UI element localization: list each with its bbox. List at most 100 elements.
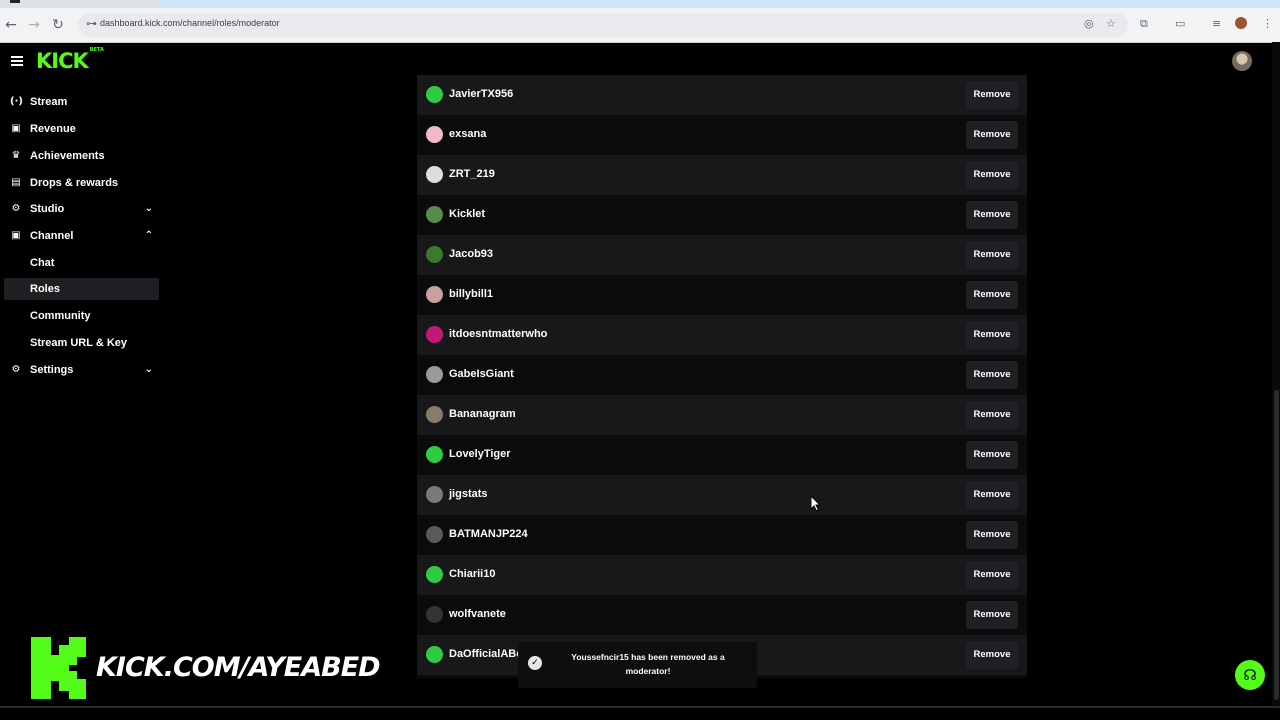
remove-button[interactable]: Remove xyxy=(966,121,1018,149)
chevron-down-icon[interactable]: ⌄ xyxy=(145,198,153,220)
remove-button[interactable]: Remove xyxy=(966,561,1018,589)
moderator-name[interactable]: JavierTX956 xyxy=(449,88,513,100)
moderator-avatar xyxy=(426,126,443,143)
forward-icon[interactable]: → xyxy=(25,16,43,34)
chevron-up-icon[interactable]: ⌃ xyxy=(145,225,153,247)
sidebar-item-label: Revenue xyxy=(30,123,76,135)
moderator-name[interactable]: ZRT_219 xyxy=(449,168,495,180)
remove-button[interactable]: Remove xyxy=(966,201,1018,229)
scrollbar-thumb[interactable] xyxy=(1274,390,1279,700)
active-tab[interactable] xyxy=(160,0,1280,8)
moderator-row: ZRT_219 Remove xyxy=(417,155,1027,195)
sidebar-item-settings[interactable]: ⚙ Settings ⌄ xyxy=(4,359,159,381)
sidebar-item-channel[interactable]: ▣ Channel ⌃ xyxy=(4,225,159,247)
headset-icon: ☊ xyxy=(1243,666,1257,684)
remove-button[interactable]: Remove xyxy=(966,641,1018,669)
kick-logo[interactable]: KICK BETA xyxy=(36,47,104,73)
moderator-avatar xyxy=(426,246,443,263)
sidebar-item-achievements[interactable]: ♛ Achievements xyxy=(4,145,159,167)
browser-tab-strip xyxy=(0,0,1280,8)
gear-icon: ⚙ xyxy=(11,203,21,214)
moderator-name[interactable]: BATMANJP224 xyxy=(449,528,528,540)
remove-button[interactable]: Remove xyxy=(966,481,1018,509)
browser-menu-icon[interactable]: ⋮ xyxy=(1262,17,1273,30)
tab-indicator xyxy=(10,0,20,3)
kick-watermark-logo xyxy=(31,637,86,699)
remove-button[interactable]: Remove xyxy=(966,401,1018,429)
sidebar-item-label: Studio xyxy=(30,203,65,215)
moderator-avatar xyxy=(426,326,443,343)
sidebar-item-roles[interactable]: Roles xyxy=(4,278,159,300)
browser-profile-avatar[interactable] xyxy=(1235,17,1247,29)
moderator-row: Jacob93 Remove xyxy=(417,235,1027,275)
support-chat-button[interactable]: ☊ xyxy=(1235,660,1265,690)
moderator-name[interactable]: itdoesntmatterwho xyxy=(449,328,547,340)
settings-icon: ⚙ xyxy=(11,364,21,375)
cast-icon[interactable]: ▭ xyxy=(1175,17,1185,30)
sidebar-item-studio[interactable]: ⚙ Studio ⌄ xyxy=(4,198,159,220)
remove-button[interactable]: Remove xyxy=(966,521,1018,549)
beta-badge: BETA xyxy=(89,47,104,53)
moderator-name[interactable]: billybill1 xyxy=(449,288,493,300)
moderator-row: exsana Remove xyxy=(417,115,1027,155)
site-info-icon[interactable]: ⊶ xyxy=(86,17,100,31)
moderator-name[interactable]: wolfvanete xyxy=(449,608,506,620)
moderator-name[interactable]: exsana xyxy=(449,128,486,140)
user-avatar[interactable] xyxy=(1232,51,1252,71)
moderator-row: itdoesntmatterwho Remove xyxy=(417,315,1027,355)
moderator-name[interactable]: GabeIsGiant xyxy=(449,368,514,380)
wallet-icon: ▣ xyxy=(11,123,21,134)
moderator-name[interactable]: Kicklet xyxy=(449,208,485,220)
sidebar-item-revenue[interactable]: ▣ Revenue xyxy=(4,118,159,140)
moderator-avatar xyxy=(426,606,443,623)
sidebar-item-stream[interactable]: (·) Stream xyxy=(4,91,159,113)
moderator-avatar xyxy=(426,406,443,423)
moderator-name[interactable]: jigstats xyxy=(449,488,488,500)
reload-icon[interactable]: ↻ xyxy=(49,16,67,34)
sidebar-item-stream-url-key[interactable]: Stream URL & Key xyxy=(4,332,159,354)
remove-button[interactable]: Remove xyxy=(966,241,1018,269)
moderator-avatar xyxy=(426,366,443,383)
gift-icon: ▤ xyxy=(11,177,21,188)
remove-button[interactable]: Remove xyxy=(966,361,1018,389)
back-icon[interactable]: ← xyxy=(2,16,20,34)
browser-toolbar: ← → ↻ ⊶ dashboard.kick.com/channel/roles… xyxy=(0,8,1280,43)
extensions-icon[interactable]: ⧉ xyxy=(1140,17,1148,31)
moderator-avatar xyxy=(426,646,443,663)
eye-off-icon[interactable]: ◎ xyxy=(1084,17,1094,30)
moderator-row: Chiarii10 Remove xyxy=(417,555,1027,595)
moderator-avatar xyxy=(426,566,443,583)
remove-button[interactable]: Remove xyxy=(966,321,1018,349)
moderator-row: Kicklet Remove xyxy=(417,195,1027,235)
sidebar-item-drops-rewards[interactable]: ▤ Drops & rewards xyxy=(4,172,159,194)
remove-button[interactable]: Remove xyxy=(966,81,1018,109)
remove-button[interactable]: Remove xyxy=(966,281,1018,309)
sidebar-item-chat[interactable]: Chat xyxy=(4,252,159,274)
moderator-name[interactable]: Chiarii10 xyxy=(449,568,495,580)
remove-button[interactable]: Remove xyxy=(966,161,1018,189)
moderators-list: JavierTX956 Remove exsana Remove ZRT_219 Remo… xyxy=(417,75,1027,678)
sidebar-item-label: Stream xyxy=(30,96,68,108)
divider xyxy=(0,706,1280,708)
sidebar-item-label: Achievements xyxy=(30,150,105,162)
sidebar-item-label: Roles xyxy=(30,283,60,295)
moderator-name[interactable]: Bananagram xyxy=(449,408,516,420)
moderator-name[interactable]: Jacob93 xyxy=(449,248,493,260)
logo-text: KICK xyxy=(36,49,89,73)
sidebar-item-label: Drops & rewards xyxy=(30,177,119,189)
moderator-row: jigstats Remove xyxy=(417,475,1027,515)
media-icon[interactable]: ≡ xyxy=(1212,17,1221,30)
remove-button[interactable]: Remove xyxy=(966,441,1018,469)
moderator-row: billybill1 Remove xyxy=(417,275,1027,315)
remove-button[interactable]: Remove xyxy=(966,601,1018,629)
bookmark-star-icon[interactable]: ☆ xyxy=(1106,17,1116,30)
menu-icon[interactable] xyxy=(11,56,23,66)
moderator-name[interactable]: DaOfficialABc xyxy=(449,648,522,660)
broadcast-icon: (·) xyxy=(10,96,23,107)
moderator-name[interactable]: LovelyTiger xyxy=(449,448,511,460)
chevron-down-icon[interactable]: ⌄ xyxy=(145,359,153,381)
address-bar[interactable]: ⊶ dashboard.kick.com/channel/roles/moder… xyxy=(78,13,1128,37)
sidebar-item-community[interactable]: Community xyxy=(4,305,159,327)
sidebar-item-label: Chat xyxy=(30,257,55,269)
address-bar-url[interactable]: dashboard.kick.com/channel/roles/moderat… xyxy=(100,18,280,28)
